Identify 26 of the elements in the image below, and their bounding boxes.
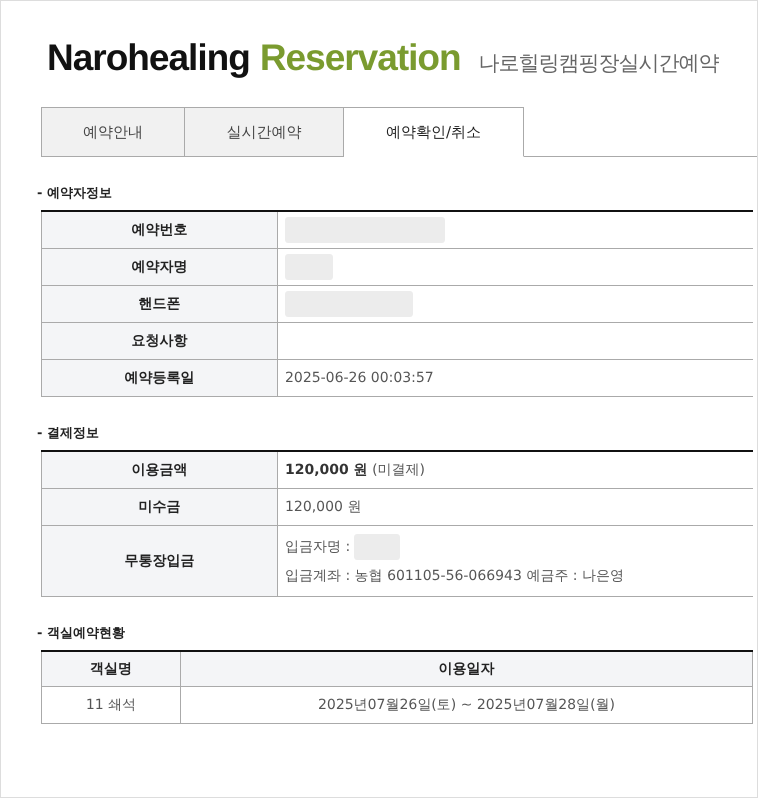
column-header: 객실명 (42, 651, 180, 686)
brand-name: Reservation (260, 37, 461, 79)
value-cell: 120,000 원 (278, 488, 753, 526)
field-label: 예약등록일 (42, 360, 278, 396)
value-text: 입금계좌 : 농협 601105-56-066943 예금주 : 나은영 (285, 566, 624, 584)
field-label: 예약자명 (42, 248, 278, 286)
tab[interactable]: 예약안내 (41, 107, 185, 157)
table-cell: 2025년07월26일(토) ~ 2025년07월28일(월) (180, 686, 752, 724)
section-title: - 결제정보 (37, 425, 100, 442)
section-title: - 예약자정보 (37, 185, 113, 202)
tab[interactable]: 예약확인/취소 (344, 107, 524, 157)
field-label: 요청사항 (42, 322, 278, 360)
site-subtitle: 나로힐링캠핑장실시간예약 (478, 50, 719, 77)
field-label: 무통장입금 (42, 526, 278, 596)
value-cell: 120,000 원 (미결제) (278, 451, 753, 488)
table-cell: 11 쇄석 (42, 686, 180, 724)
field-label: 이용금액 (42, 451, 278, 488)
value-text: 입금자명 : (285, 538, 350, 556)
tab[interactable]: 실시간예약 (185, 107, 344, 157)
field-label: 미수금 (42, 488, 278, 526)
column-header: 이용일자 (180, 651, 752, 686)
field-label: 핸드폰 (42, 286, 278, 322)
field-label: 예약번호 (42, 211, 278, 248)
brand-name: Narohealing (47, 37, 250, 79)
section-title: - 객실예약현황 (37, 625, 126, 642)
value-cell: 2025-06-26 00:03:57 (278, 360, 753, 396)
